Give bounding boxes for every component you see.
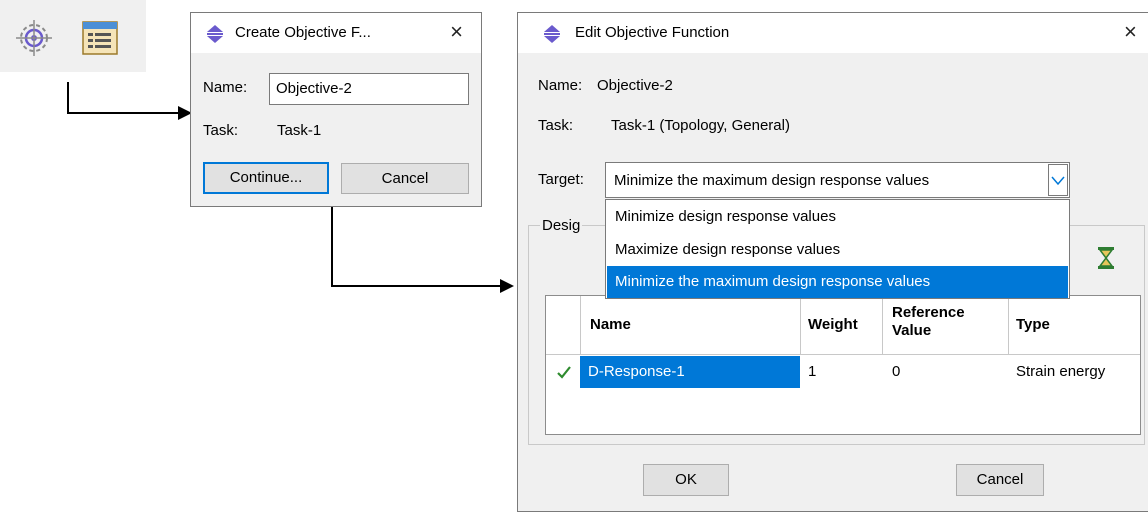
cell-type[interactable]: Strain energy xyxy=(1016,356,1105,388)
task-value: Task-1 xyxy=(277,122,322,139)
target-dropdown-list: Minimize design response values Maximize… xyxy=(605,199,1070,299)
edit-dialog-titlebar: Edit Objective Function × xyxy=(518,13,1148,53)
cancel-button[interactable]: Cancel xyxy=(956,464,1044,496)
target-option[interactable]: Minimize design response values xyxy=(607,201,1068,233)
edit-objective-dialog: Edit Objective Function × Name: Objectiv… xyxy=(517,12,1148,512)
table-header: Name Weight Reference Value Type xyxy=(546,296,1140,354)
table-row[interactable]: D-Response-1 1 0 Strain energy xyxy=(546,356,1140,388)
cell-name[interactable]: D-Response-1 xyxy=(580,356,800,388)
task-value: Task-1 (Topology, General) xyxy=(611,117,790,134)
name-input[interactable]: Objective-2 xyxy=(269,73,469,105)
toolbar xyxy=(0,0,146,72)
column-header-name[interactable]: Name xyxy=(590,316,631,333)
task-label: Task: xyxy=(538,117,574,134)
name-label: Name: xyxy=(203,79,248,96)
target-label: Target: xyxy=(538,171,584,188)
target-option-selected[interactable]: Minimize the maximum design response val… xyxy=(607,266,1068,298)
close-button[interactable]: × xyxy=(1124,19,1137,45)
continue-button[interactable]: Continue... xyxy=(203,162,329,194)
objective-target-icon[interactable] xyxy=(14,18,54,58)
name-value: Objective-2 xyxy=(597,77,673,94)
objective-manager-icon[interactable] xyxy=(80,18,120,58)
check-icon[interactable] xyxy=(556,364,572,380)
dialog-title: Edit Objective Function xyxy=(575,24,730,41)
objective-diamond-icon xyxy=(205,24,225,44)
target-select[interactable]: Minimize the maximum design response val… xyxy=(605,162,1070,198)
design-response-table: Name Weight Reference Value Type D-Respo… xyxy=(545,295,1141,435)
chevron-down-icon[interactable] xyxy=(1048,164,1068,196)
hourglass-icon[interactable] xyxy=(1097,247,1115,269)
cell-reference-value[interactable]: 0 xyxy=(892,356,900,388)
column-header-reference-value[interactable]: Reference Value xyxy=(892,304,1002,340)
create-objective-dialog: Create Objective F... × Name: Objective-… xyxy=(190,12,482,207)
column-header-type[interactable]: Type xyxy=(1016,316,1050,333)
dialog-title: Create Objective F... xyxy=(235,24,371,41)
task-label: Task: xyxy=(203,122,239,139)
column-header-weight[interactable]: Weight xyxy=(808,316,858,333)
target-select-value: Minimize the maximum design response val… xyxy=(614,172,930,189)
cell-weight[interactable]: 1 xyxy=(808,356,816,388)
group-label: Desig xyxy=(540,217,583,234)
cancel-button[interactable]: Cancel xyxy=(341,163,469,194)
target-option[interactable]: Maximize design response values xyxy=(607,234,1068,266)
create-dialog-titlebar: Create Objective F... × xyxy=(191,13,481,53)
close-button[interactable]: × xyxy=(450,19,463,45)
ok-button[interactable]: OK xyxy=(643,464,729,496)
name-label: Name: xyxy=(538,77,583,94)
objective-diamond-icon xyxy=(542,24,562,44)
